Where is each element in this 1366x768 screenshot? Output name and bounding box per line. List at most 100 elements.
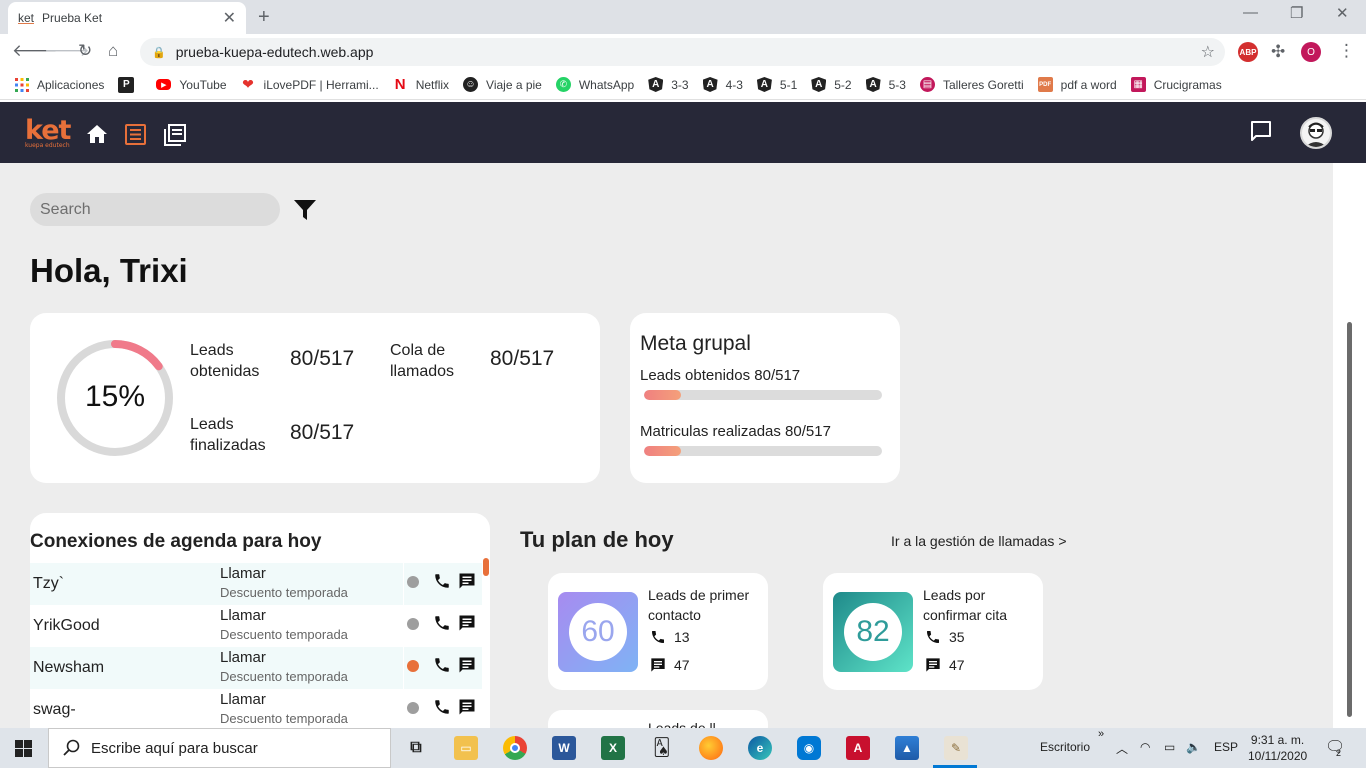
bookmark-whatsapp[interactable]: ✆ WhatsApp	[555, 77, 634, 92]
plan-card-primer-contacto[interactable]: 60 Leads de primer contacto 13 47	[548, 573, 768, 690]
gestion-llamadas-link[interactable]: Ir a la gestión de llamadas >	[891, 533, 1067, 549]
bookmark-5-1[interactable]: A 5-1	[756, 77, 798, 92]
desktop-toolbar-label[interactable]: Escritorio	[1040, 740, 1090, 754]
bookmark-ilovepdf[interactable]: ❤ iLovePDF | Herrami...	[241, 76, 379, 92]
close-tab-icon[interactable]: ✕	[223, 8, 236, 28]
toolbar-overflow-icon[interactable]: »	[1098, 728, 1104, 740]
paint-icon[interactable]: ✎	[944, 736, 968, 760]
wifi-icon[interactable]: ◠	[1140, 740, 1150, 754]
action-description: Descuento temporada	[220, 585, 348, 600]
close-window-button[interactable]: ✕	[1336, 4, 1349, 22]
list-document-icon[interactable]	[125, 124, 146, 145]
bookmark-star-icon[interactable]: ☆	[1201, 42, 1215, 62]
bookmark-5-3[interactable]: A 5-3	[865, 77, 906, 92]
ket-logo[interactable]: ket kuepa edutech	[25, 115, 71, 149]
bookmark-p[interactable]: P	[118, 76, 142, 93]
action-label: Llamar	[220, 691, 266, 708]
taskbar-search-box[interactable]: Escribe aquí para buscar	[48, 728, 391, 768]
plan-card-confirmar-cita[interactable]: 82 Leads por confirmar cita 35 47	[823, 573, 1043, 690]
bookmark-label: Crucigramas	[1153, 77, 1222, 92]
plan-messages-count: 47	[674, 657, 690, 673]
library-icon[interactable]	[164, 124, 186, 146]
logo-subtext: kuepa edutech	[25, 142, 70, 149]
agenda-row[interactable]: YrikGood Llamar Descuento temporada	[30, 605, 482, 647]
phone-icon[interactable]	[433, 614, 451, 632]
bookmark-crucigramas[interactable]: ▦ Crucigramas	[1130, 77, 1222, 92]
taskbar-clock[interactable]: 9:31 a. m. 10/11/2020	[1248, 732, 1307, 764]
edge-icon[interactable]: e	[748, 736, 772, 760]
bookmark-3-3[interactable]: A 3-3	[648, 77, 689, 92]
search-input[interactable]	[30, 193, 280, 226]
user-avatar[interactable]	[1300, 117, 1332, 149]
bookmark-netflix[interactable]: N Netflix	[393, 76, 449, 93]
restore-window-button[interactable]: ❐	[1290, 4, 1303, 22]
action-description: Descuento temporada	[220, 711, 348, 726]
agenda-row[interactable]: Newsham Llamar Descuento temporada	[30, 647, 482, 689]
new-tab-button[interactable]: +	[258, 6, 270, 29]
bookmark-5-2[interactable]: A 5-2	[811, 77, 852, 92]
reload-button[interactable]: ↻	[78, 41, 92, 61]
excel-icon[interactable]: X	[601, 736, 625, 760]
photos-icon[interactable]: ▲	[895, 736, 919, 760]
solitaire-cards-icon[interactable]: 🂡	[650, 736, 674, 760]
bookmark-pdf-a-word[interactable]: PDF pdf a word	[1037, 77, 1117, 92]
chat-icon[interactable]	[1250, 120, 1272, 142]
agenda-title: Conexiones de agenda para hoy	[30, 531, 322, 552]
agenda-row[interactable]: swag- Llamar Descuento temporada	[30, 689, 482, 728]
home-button[interactable]: ⌂	[108, 41, 118, 61]
firefox-icon[interactable]	[699, 736, 723, 760]
plan-messages-count: 47	[949, 657, 965, 673]
action-label: Llamar	[220, 607, 266, 624]
extensions-puzzle-icon[interactable]: ✣	[1271, 42, 1285, 62]
agenda-scrollbar[interactable]	[482, 558, 490, 728]
volume-icon[interactable]: 🔈	[1186, 740, 1201, 754]
clock-date: 10/11/2020	[1248, 749, 1308, 763]
filter-icon[interactable]	[293, 199, 317, 221]
contact-name: Newsham	[33, 659, 105, 676]
cola-de-llamados-value: 80/517	[490, 347, 555, 370]
meta-leads-label: Leads obtenidos 80/517	[640, 367, 801, 384]
acrobat-icon[interactable]: A	[846, 736, 870, 760]
netflix-icon: N	[394, 76, 406, 93]
profile-avatar[interactable]: O	[1301, 42, 1321, 62]
task-view-icon[interactable]: ⧉	[404, 736, 428, 760]
agenda-list: Tzy` Llamar Descuento temporada YrikGood…	[30, 563, 482, 728]
browser-tab[interactable]: ket Prueba Ket ✕	[8, 2, 246, 34]
bookmark-youtube[interactable]: ▶ YouTube	[156, 78, 227, 92]
leads-finalizadas-value: 80/517	[290, 421, 355, 444]
bookmark-4-3[interactable]: A 4-3	[702, 77, 743, 92]
minimize-window-button[interactable]: —	[1243, 4, 1258, 21]
bookmark-talleres-goretti[interactable]: ▤ Talleres Goretti	[919, 77, 1024, 92]
browser-menu-icon[interactable]: ⋮	[1338, 41, 1355, 61]
angular-icon: A	[865, 77, 881, 92]
phone-icon[interactable]	[433, 656, 451, 674]
agenda-scrollbar-thumb[interactable]	[483, 558, 489, 576]
message-icon[interactable]	[458, 614, 476, 632]
message-icon[interactable]	[458, 698, 476, 716]
phone-icon[interactable]	[433, 698, 451, 716]
plan-card-partial[interactable]: Leads de ll...	[548, 710, 768, 728]
phone-icon[interactable]	[433, 572, 451, 590]
show-hidden-icons-chevron-icon[interactable]: ︿	[1116, 740, 1128, 757]
top-navbar: ket kuepa edutech	[0, 102, 1366, 163]
file-explorer-icon[interactable]: ▭	[454, 736, 478, 760]
windows-start-icon[interactable]	[15, 740, 32, 757]
greeting-heading: Hola, Trixi	[30, 252, 188, 289]
bookmark-viaje-a-pie[interactable]: ☺ Viaje a pie	[463, 77, 542, 92]
word-icon[interactable]: W	[552, 736, 576, 760]
chrome-icon[interactable]	[503, 736, 527, 760]
plan-messages-line: 47	[925, 657, 965, 673]
battery-icon[interactable]: ▭	[1164, 740, 1175, 754]
address-bar[interactable]: 🔒 prueba-kuepa-edutech.web.app ☆	[140, 38, 1225, 66]
home-icon[interactable]	[86, 124, 108, 144]
status-dot-icon	[407, 660, 419, 672]
bookmark-label: 5-1	[779, 77, 798, 92]
page-scrollbar-thumb[interactable]	[1347, 322, 1352, 717]
message-icon[interactable]	[458, 656, 476, 674]
adblock-extension-icon[interactable]: ABP	[1238, 42, 1258, 62]
bookmark-aplicaciones[interactable]: Aplicaciones	[14, 77, 104, 92]
language-indicator[interactable]: ESP	[1214, 740, 1238, 754]
webcam-app-icon[interactable]: ◉	[797, 736, 821, 760]
agenda-row[interactable]: Tzy` Llamar Descuento temporada	[30, 563, 482, 605]
message-icon[interactable]	[458, 572, 476, 590]
